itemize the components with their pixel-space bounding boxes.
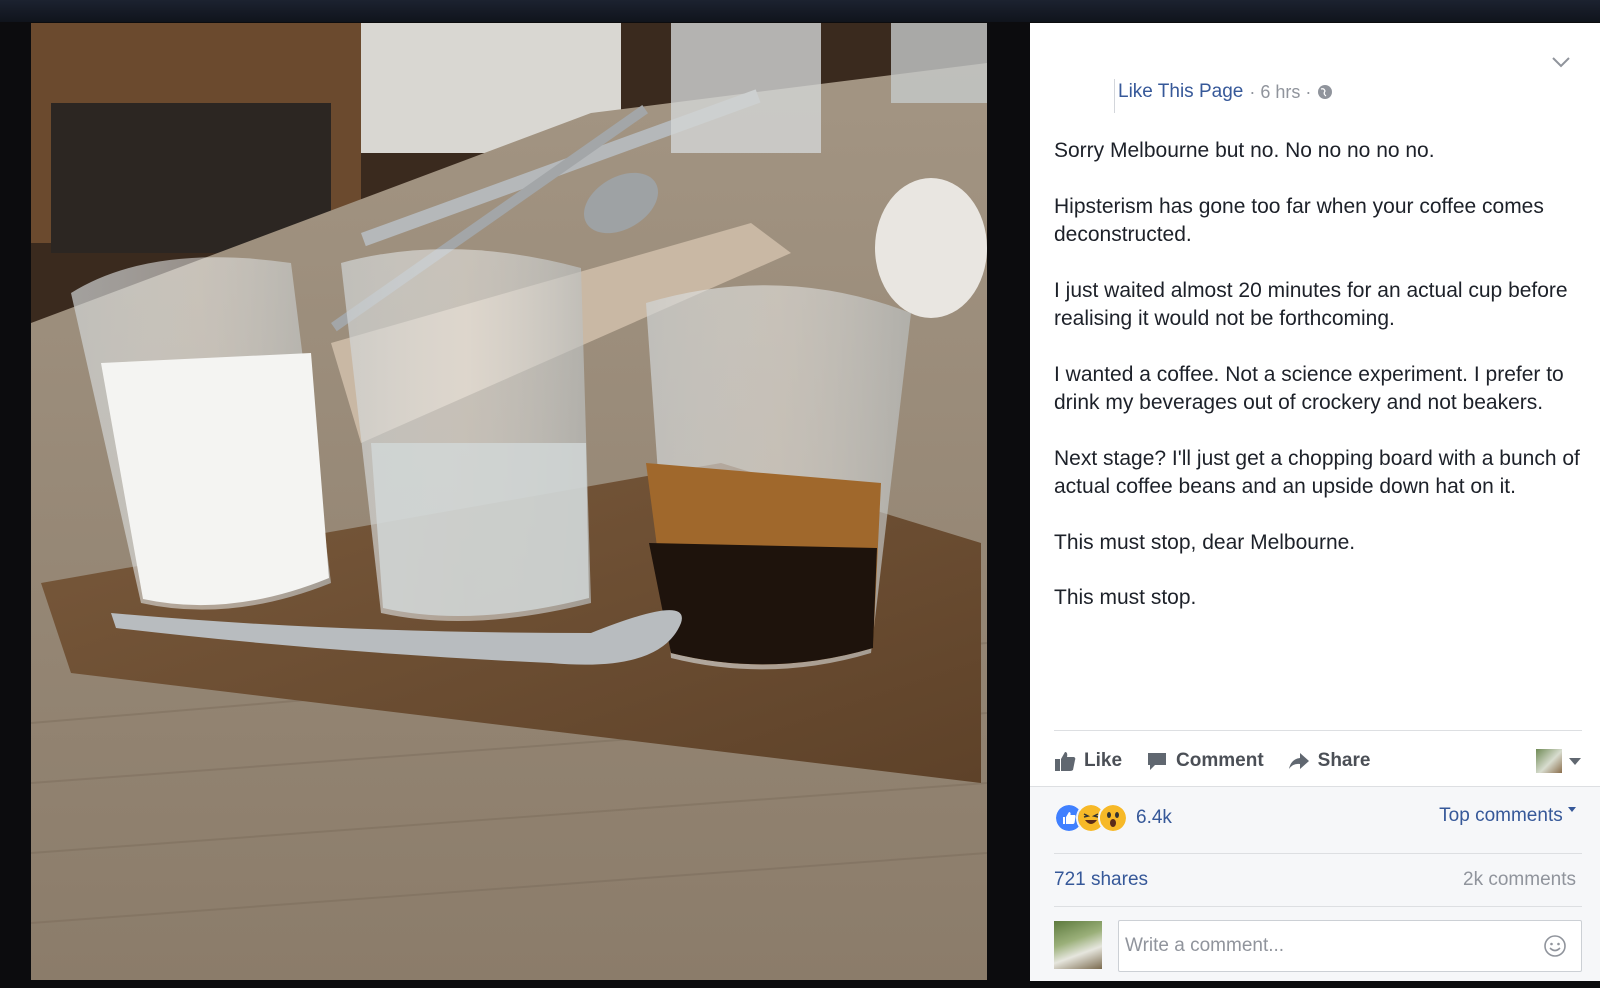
- share-button[interactable]: Share: [1288, 750, 1371, 772]
- chevron-down-icon[interactable]: [1550, 55, 1572, 69]
- top-comments-label: Top comments: [1439, 805, 1563, 826]
- meta-divider: [1114, 79, 1115, 113]
- reactions-count[interactable]: 6.4k: [1136, 807, 1172, 829]
- post-footer: 6.4k Top comments 721 shares 2k comments: [1030, 786, 1600, 981]
- comment-input-box: [1118, 920, 1582, 972]
- divider: [1054, 853, 1582, 854]
- like-icon: [1055, 752, 1076, 771]
- photo-illustration: [31, 23, 987, 980]
- share-icon: [1288, 753, 1309, 769]
- post-side-panel: Like This Page · 6 hrs · Sorry Melbourne…: [1030, 23, 1600, 981]
- caret-down-icon: [1569, 758, 1581, 765]
- post-actions: Like Comment Share: [1054, 739, 1582, 783]
- post-paragraph: This must stop, dear Melbourne.: [1054, 530, 1356, 554]
- divider: [1054, 906, 1582, 907]
- caret-down-icon: [1568, 807, 1576, 812]
- post-text: Sorry Melbourne but no. No no no no no. …: [1054, 137, 1584, 640]
- browser-top-strip: [0, 0, 1600, 22]
- comment-input[interactable]: [1119, 934, 1543, 958]
- smiley-icon[interactable]: [1543, 934, 1567, 958]
- comments-count[interactable]: 2k comments: [1463, 869, 1576, 891]
- avatar: [1536, 749, 1562, 773]
- like-this-page-link[interactable]: Like This Page: [1118, 81, 1243, 103]
- post-meta: Like This Page · 6 hrs ·: [1114, 79, 1333, 113]
- post-paragraph: This must stop.: [1054, 586, 1197, 609]
- shares-count[interactable]: 721 shares: [1054, 869, 1148, 891]
- comment-icon: [1148, 753, 1167, 770]
- post-paragraph: Sorry Melbourne but no. No no no no no.: [1054, 139, 1435, 162]
- post-photo[interactable]: [31, 23, 987, 980]
- reactions-summary[interactable]: 6.4k: [1054, 803, 1172, 833]
- react-as-selector[interactable]: [1536, 749, 1582, 773]
- post-paragraph: Hipsterism has gone too far when your co…: [1054, 194, 1544, 247]
- comment-button[interactable]: Comment: [1146, 750, 1264, 772]
- globe-icon: [1318, 85, 1333, 99]
- post-paragraph: I wanted a coffee. Not a science experim…: [1054, 362, 1564, 415]
- like-button[interactable]: Like: [1054, 750, 1122, 772]
- top-comments-dropdown[interactable]: Top comments: [1439, 805, 1576, 827]
- comment-label: Comment: [1176, 750, 1264, 771]
- wow-reaction-icon: [1098, 803, 1128, 833]
- post-timestamp[interactable]: · 6 hrs ·: [1249, 82, 1311, 103]
- avatar[interactable]: [1054, 921, 1102, 969]
- divider: [1054, 730, 1582, 731]
- share-label: Share: [1317, 750, 1371, 771]
- like-label: Like: [1084, 750, 1123, 771]
- post-paragraph: I just waited almost 20 minutes for an a…: [1054, 278, 1568, 331]
- post-paragraph: Next stage? I'll just get a chopping boa…: [1054, 446, 1580, 499]
